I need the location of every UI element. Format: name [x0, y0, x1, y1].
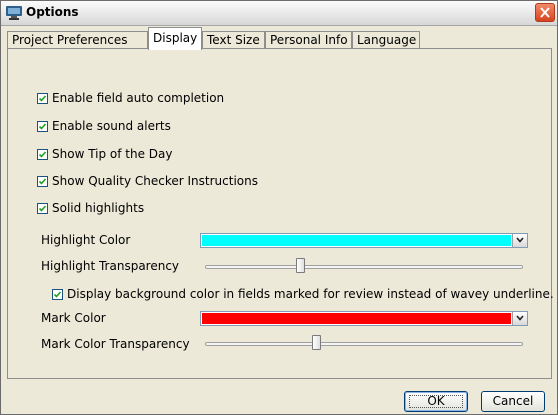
checkbox[interactable] — [37, 202, 48, 214]
chevron-down-icon — [516, 315, 524, 321]
highlight-transparency-slider[interactable] — [205, 265, 523, 269]
chevron-down-icon — [516, 237, 524, 243]
checkbox-review-background[interactable]: Display background color in fields marke… — [52, 286, 554, 302]
cancel-button-label: Cancel — [492, 394, 534, 408]
tab-display[interactable]: Display — [148, 27, 202, 50]
close-button[interactable] — [535, 3, 555, 22]
highlight-color-select[interactable] — [200, 233, 528, 248]
highlight-color-swatch — [202, 235, 511, 246]
checkmark-icon — [38, 150, 47, 158]
mark-transparency-label: Mark Color Transparency — [41, 337, 190, 351]
checkbox-label: Display background color in fields marke… — [67, 287, 554, 301]
close-icon — [540, 7, 550, 18]
title-bar[interactable]: Options — [1, 1, 557, 26]
highlight-transparency-thumb[interactable] — [296, 258, 306, 273]
mark-color-dropdown-button[interactable] — [512, 312, 527, 325]
mark-color-label: Mark Color — [41, 311, 106, 325]
mark-transparency-slider[interactable] — [205, 342, 523, 346]
checkmark-icon — [38, 122, 47, 130]
options-app-icon — [6, 6, 22, 20]
checkmark-icon — [38, 204, 47, 212]
checkbox-label: Enable field auto completion — [52, 91, 225, 105]
highlight-color-dropdown-button[interactable] — [512, 234, 527, 247]
checkbox-tip-of-the-day[interactable]: Show Tip of the Day — [37, 146, 173, 162]
checkbox[interactable] — [37, 92, 48, 104]
tab-language[interactable]: Language — [352, 31, 420, 49]
ok-button[interactable]: OK — [404, 391, 468, 412]
checkbox-label: Show Quality Checker Instructions — [52, 174, 258, 188]
checkbox-field-auto-completion[interactable]: Enable field auto completion — [37, 90, 224, 106]
checkbox-label: Show Tip of the Day — [52, 147, 173, 161]
checkbox-quality-checker[interactable]: Show Quality Checker Instructions — [37, 173, 258, 189]
window-title: Options — [26, 5, 79, 19]
checkbox[interactable] — [37, 120, 48, 132]
tab-text-size[interactable]: Text Size — [202, 31, 265, 49]
mark-color-swatch — [202, 313, 511, 324]
ok-button-label: OK — [427, 394, 445, 408]
checkbox[interactable] — [37, 175, 48, 187]
tab-personal-info[interactable]: Personal Info — [265, 31, 352, 49]
checkbox-solid-highlights[interactable]: Solid highlights — [37, 200, 144, 216]
checkbox-label: Solid highlights — [52, 201, 145, 215]
cancel-button[interactable]: Cancel — [481, 391, 545, 412]
mark-color-select[interactable] — [200, 311, 528, 326]
mark-transparency-thumb[interactable] — [312, 335, 322, 350]
highlight-transparency-label: Highlight Transparency — [41, 259, 180, 273]
options-dialog: Options Project Preferences Display Text… — [0, 0, 558, 415]
checkbox[interactable] — [37, 148, 48, 160]
checkbox-sound-alerts[interactable]: Enable sound alerts — [37, 118, 171, 134]
checkmark-icon — [53, 290, 62, 298]
checkbox[interactable] — [52, 288, 63, 300]
checkmark-icon — [38, 94, 47, 102]
tab-project-preferences[interactable]: Project Preferences — [7, 31, 148, 49]
highlight-color-label: Highlight Color — [41, 233, 131, 247]
checkbox-label: Enable sound alerts — [52, 119, 171, 133]
checkmark-icon — [38, 177, 47, 185]
